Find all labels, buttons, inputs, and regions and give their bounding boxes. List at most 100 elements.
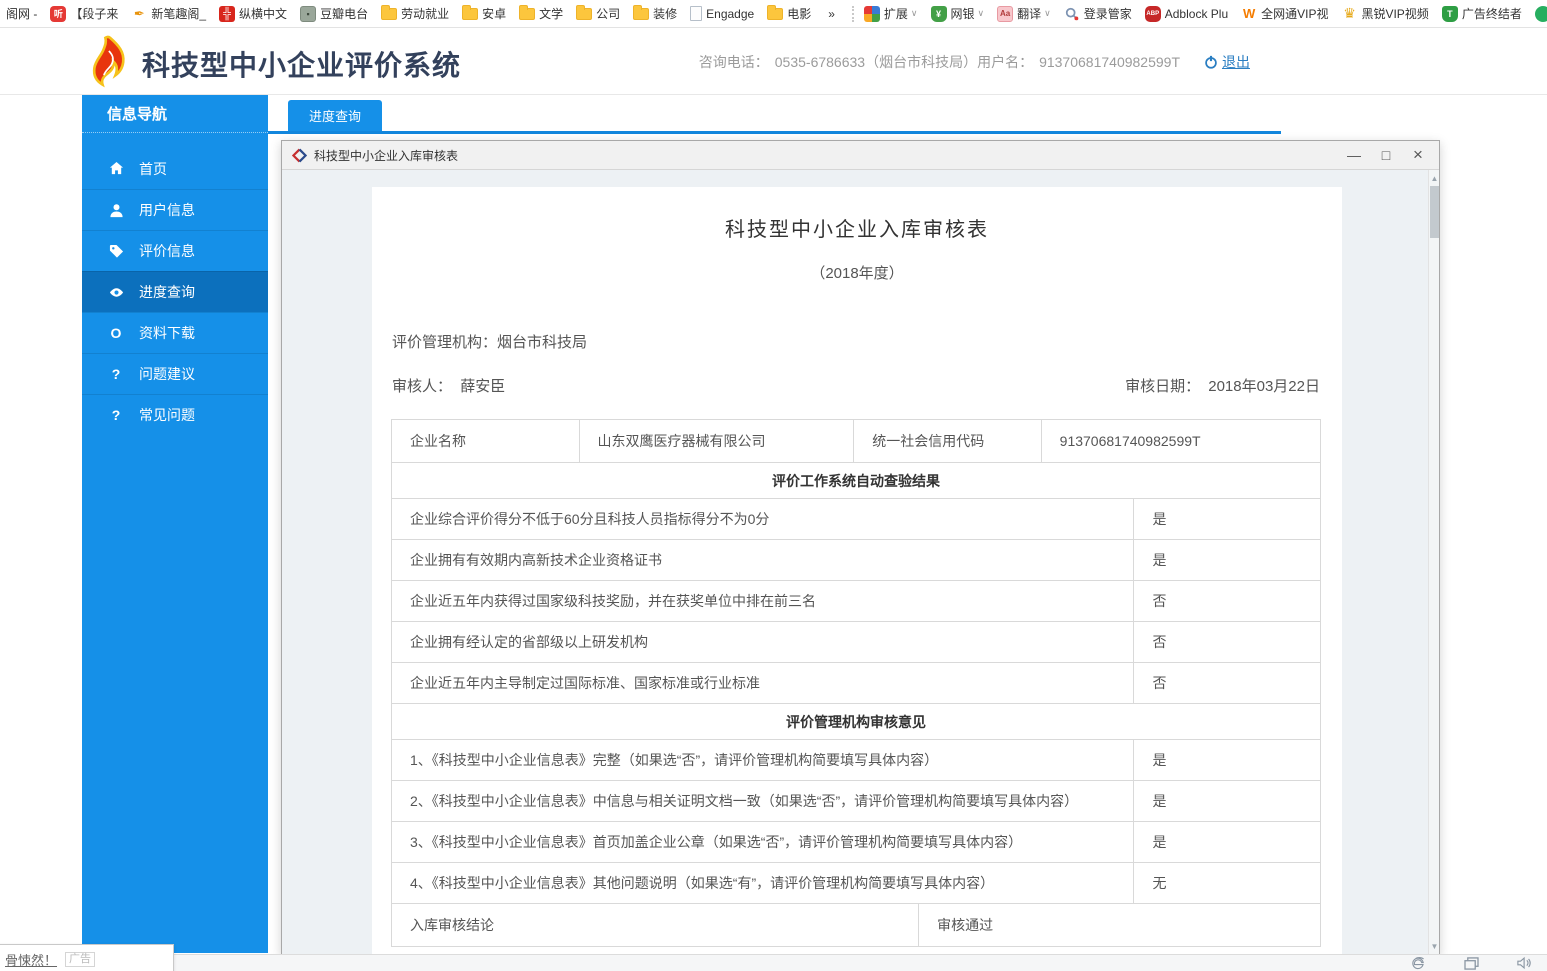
bookmark-item[interactable]: Adblock Plu	[1145, 6, 1228, 22]
screen: 阁网 - 【段子来 新笔趣阁_ 纵横中文豆瓣电台劳动就业安卓 文学 公司装修 Engadge…	[0, 0, 1547, 971]
bookmark-item[interactable]: 新笔趣阁_	[131, 5, 206, 22]
cell-credit-code-label: 统一社会信用代码	[853, 420, 1040, 462]
diamond-logo-icon	[292, 148, 307, 163]
table-row: 企业拥有有效期内高新技术企业资格证书是	[392, 539, 1320, 580]
bookmark-item[interactable]: 阁网 -	[2, 5, 37, 22]
check-answer: 是	[1133, 740, 1320, 780]
table-row: 企业近五年内获得过国家级科技奖励，并在获奖单位中排在前三名否	[392, 580, 1320, 621]
bookmark-label: 扩展	[884, 5, 908, 22]
bookmark-label: 电影	[787, 5, 811, 22]
table-row: 入库审核结论审核通过	[392, 903, 1320, 946]
bookmark-item[interactable]: 扩展∨	[864, 5, 918, 22]
torch-logo-icon	[88, 35, 132, 89]
check-answer: 无	[1133, 863, 1320, 903]
logout-link[interactable]: 退出	[1222, 52, 1250, 72]
red-ting-icon	[50, 6, 66, 22]
bookmark-item[interactable]: 网银∨	[931, 5, 985, 22]
bookmark-label: 阁网 -	[6, 5, 37, 22]
sidebar-item-eye-进度查询[interactable]: 进度查询	[82, 271, 268, 312]
folder-icon	[576, 8, 592, 20]
ad-link[interactable]: 骨悚然！	[5, 950, 57, 969]
bookmark-item[interactable]: 全网通VIP视	[1241, 5, 1328, 22]
bookmark-label: 新笔趣阁_	[151, 5, 206, 22]
o-icon: O	[107, 325, 125, 341]
minimize-icon[interactable]: —	[1343, 145, 1365, 165]
contact-label: 咨询电话：	[699, 52, 769, 72]
toolbar-separator	[852, 6, 854, 22]
bookmark-label: 公司	[596, 5, 620, 22]
window-controls: — □ ×	[1333, 145, 1429, 165]
bookmark-item[interactable]: 【段子来	[50, 5, 118, 22]
table-row: 2、《科技型中小企业信息表》中信息与相关证明文档一致（如果选“否”，请评价管理机…	[392, 780, 1320, 821]
table-row: 3、《科技型中小企业信息表》首页加盖企业公章（如果选“否”，请评价管理机构简要填…	[392, 821, 1320, 862]
dialog-titlebar[interactable]: 科技型中小企业入库审核表 — □ ×	[282, 141, 1439, 170]
sidebar-header: 信息导航	[82, 95, 268, 133]
sidebar-item-home-首页[interactable]: 首页	[82, 148, 268, 189]
sidebar-item-question-常见问题[interactable]: ?常见问题	[82, 394, 268, 435]
bookmark-item[interactable]: »	[824, 7, 835, 21]
tab-underline	[268, 131, 1281, 134]
bookmark-item[interactable]: 广告终结者	[1442, 5, 1522, 22]
bookmark-label: 【段子来	[70, 5, 118, 22]
bookmark-item[interactable]: 豆瓣电台	[300, 5, 368, 22]
bookmark-label: 黑锐VIP视频	[1361, 5, 1428, 22]
maximize-icon[interactable]: □	[1375, 145, 1397, 165]
table-row: 企业拥有经认定的省部级以上研发机构否	[392, 621, 1320, 662]
scroll-down-icon[interactable]: ▼	[1429, 940, 1439, 952]
bookmark-item[interactable]: 登录管家	[1064, 5, 1132, 22]
user-icon	[107, 203, 125, 218]
browser-status-bar	[0, 954, 1547, 971]
bookmarks-bar: 阁网 - 【段子来 新笔趣阁_ 纵横中文豆瓣电台劳动就业安卓 文学 公司装修 Engadge…	[0, 0, 1547, 28]
bookmark-label: 文学	[539, 5, 563, 22]
ie-engine-icon[interactable]	[1410, 956, 1426, 970]
document-title: 科技型中小企业入库审核表	[372, 213, 1342, 242]
section-header-auto-check: 评价工作系统自动查验结果	[392, 463, 1320, 498]
auditor-line: 审核人： 薛安臣	[392, 375, 505, 396]
bookmark-item[interactable]: 电影	[767, 5, 811, 22]
bookmark-item[interactable]: 公司	[576, 5, 620, 22]
sidebar-item-user-用户信息[interactable]: 用户信息	[82, 189, 268, 230]
check-question: 企业近五年内获得过国家级科技奖励，并在获奖单位中排在前三名	[392, 581, 1133, 621]
bookmark-item[interactable]	[1535, 6, 1541, 22]
app-header: 科技型中小企业评价系统 咨询电话： 0535-6786633 （烟台市科技局） …	[0, 28, 1547, 95]
sidebar-item-label: 首页	[139, 159, 167, 179]
bookmark-item[interactable]: 黑锐VIP视频	[1341, 5, 1428, 22]
bookmark-item[interactable]: 文学	[519, 5, 563, 22]
question-icon: ?	[107, 366, 125, 382]
bookmark-item[interactable]: 装修	[633, 5, 677, 22]
check-answer: 否	[1133, 581, 1320, 621]
close-icon[interactable]: ×	[1407, 145, 1429, 165]
bookmark-item[interactable]: 纵横中文	[219, 5, 287, 22]
scroll-up-icon[interactable]: ▲	[1429, 172, 1439, 184]
bookmark-label: Adblock Plu	[1165, 7, 1228, 21]
speaker-icon[interactable]	[1517, 956, 1533, 970]
auditor-name: 薛安臣	[460, 378, 505, 395]
bookmark-item[interactable]: 安卓	[462, 5, 506, 22]
bookmark-label: 纵横中文	[239, 5, 287, 22]
username-label: 用户名：	[977, 52, 1033, 72]
chevron-down-icon: ∨	[978, 8, 985, 19]
sidebar-item-question-问题建议[interactable]: ? 问题建议	[82, 353, 268, 394]
dialog-scrollbar[interactable]: ▲ ▼	[1428, 170, 1439, 954]
window-mode-icon[interactable]	[1464, 957, 1479, 970]
bookmark-item[interactable]: Engadge	[690, 6, 754, 21]
bookmark-item[interactable]: 劳动就业	[381, 5, 449, 22]
bookmark-item[interactable]: 翻译∨	[997, 5, 1051, 22]
chevron-down-icon: ∨	[1044, 8, 1051, 19]
tab-progress-query[interactable]: 进度查询	[288, 100, 382, 131]
tag-icon	[107, 244, 125, 259]
scrollbar-thumb[interactable]	[1430, 186, 1439, 238]
sidebar-item-label: 问题建议	[139, 364, 195, 384]
check-question: 企业拥有经认定的省部级以上研发机构	[392, 622, 1133, 662]
logout-button[interactable]: 退出	[1204, 52, 1250, 72]
audit-document: 科技型中小企业入库审核表 （2018年度） 评价管理机构：烟台市科技局 审核人：…	[372, 187, 1342, 954]
orange-w-icon	[1241, 6, 1257, 22]
check-question: 4、《科技型中小企业信息表》其他问题说明（如果选“有”，请评价管理机构简要填写具…	[392, 863, 1133, 903]
audit-date: 2018年03月22日	[1208, 378, 1320, 395]
abp-icon	[1145, 6, 1161, 22]
sidebar-item-tag-评价信息[interactable]: 评价信息	[82, 230, 268, 271]
sidebar-spacer	[82, 133, 268, 148]
sidebar-item-o-资料下载[interactable]: O资料下载	[82, 312, 268, 353]
section-header-agency-opinion: 评价管理机构审核意见	[392, 704, 1320, 739]
agency-line: 评价管理机构：烟台市科技局	[392, 331, 587, 352]
